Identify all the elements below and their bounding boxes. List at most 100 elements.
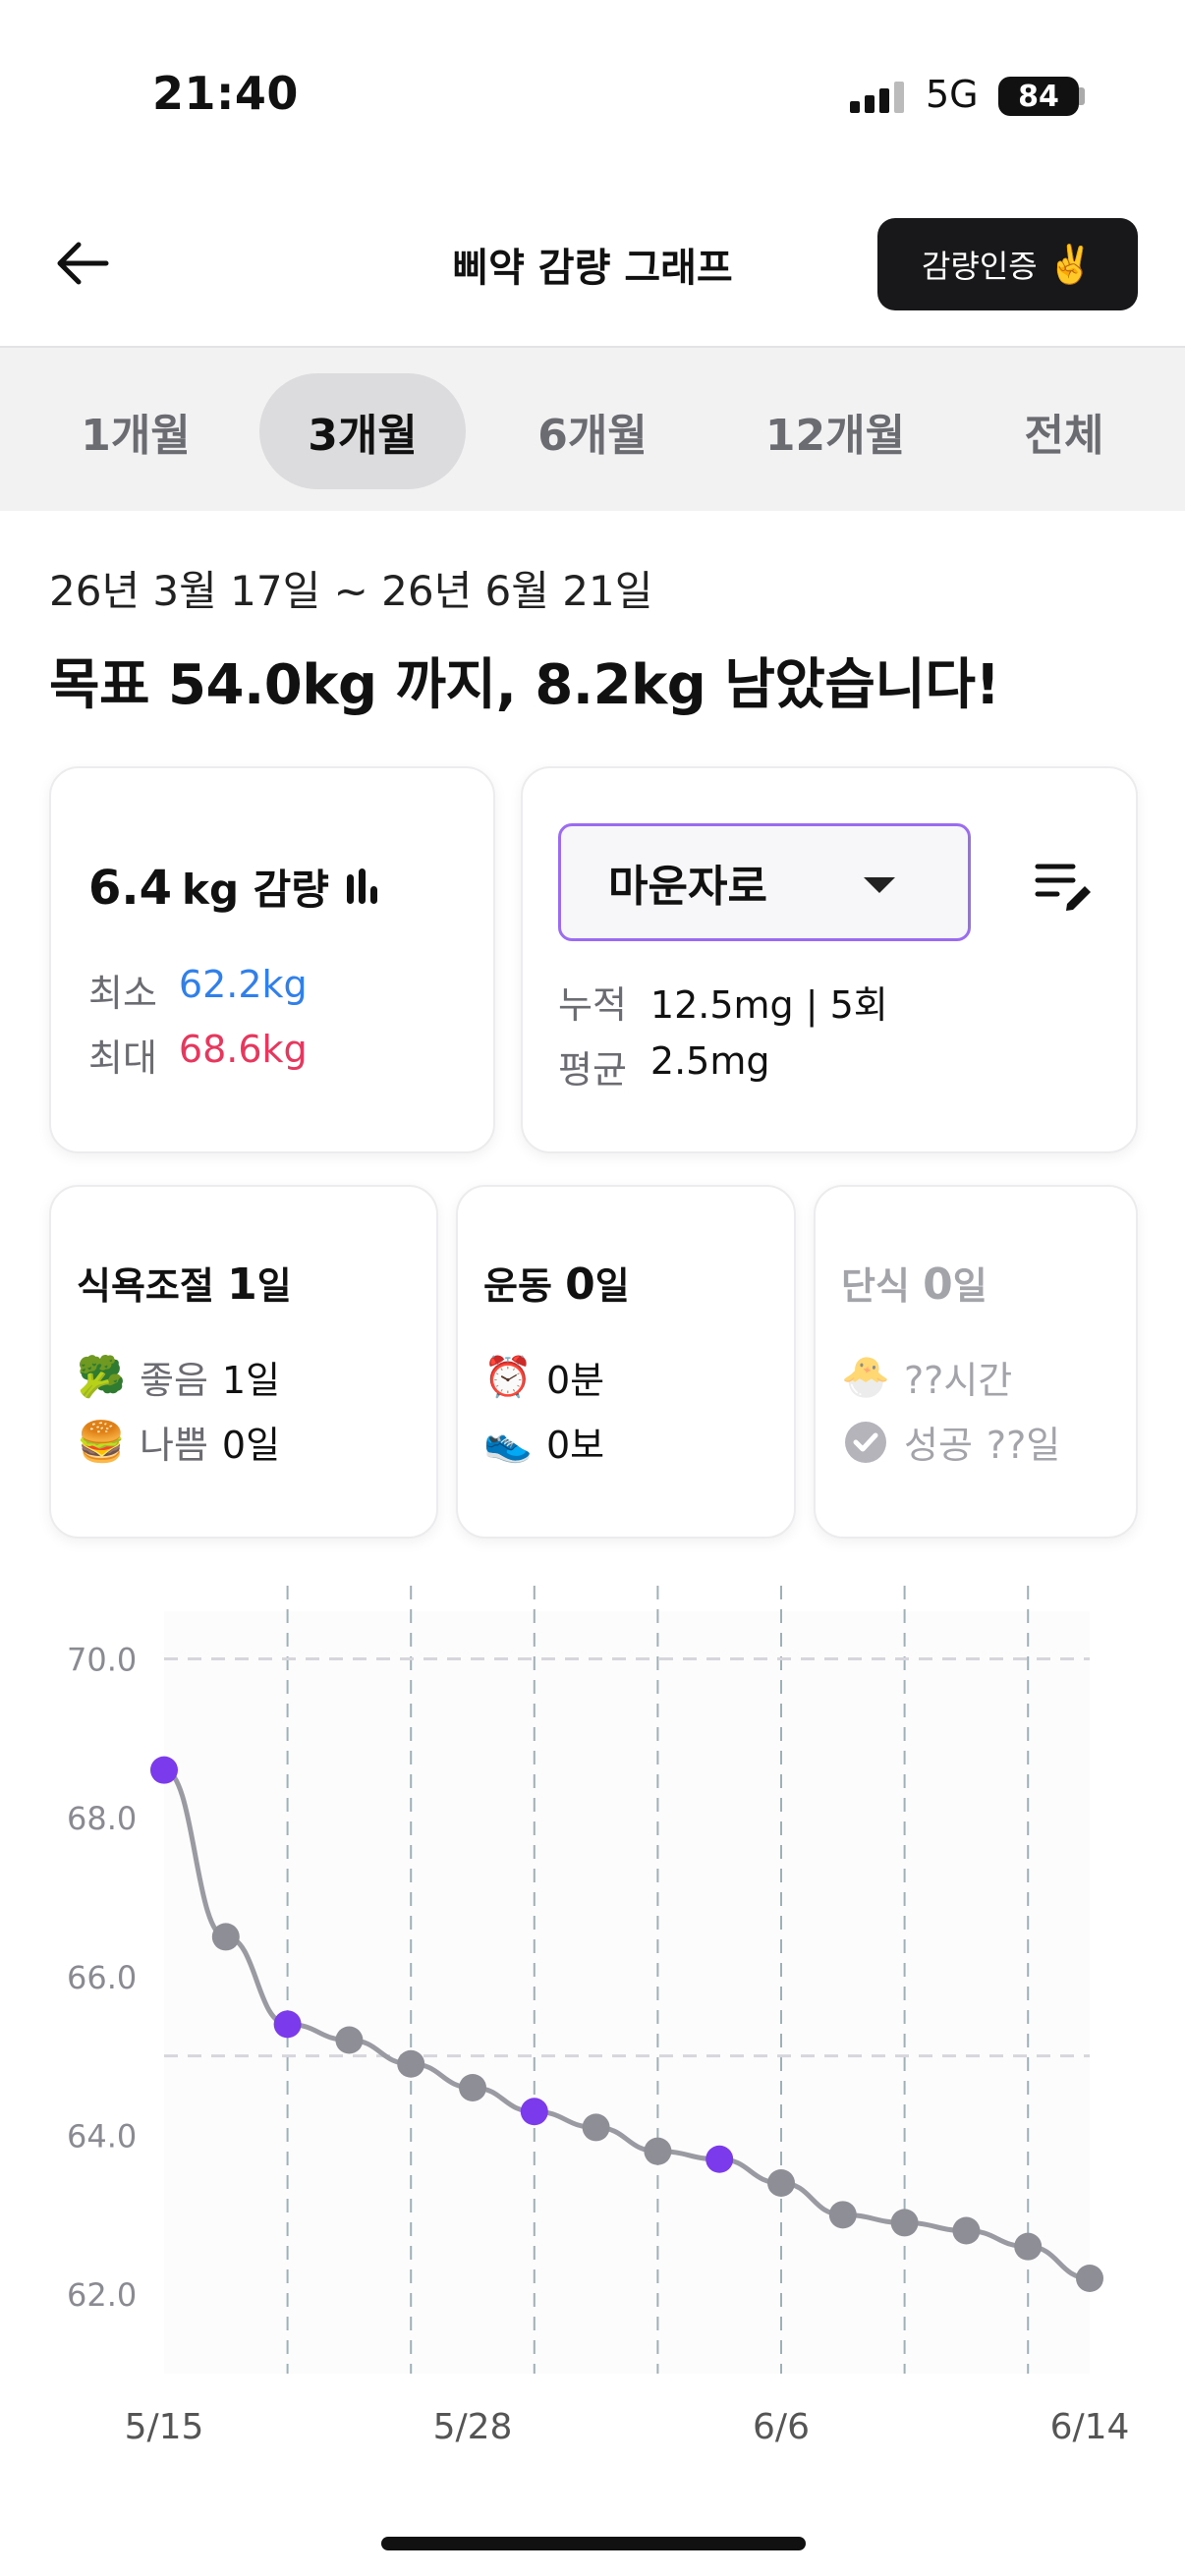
fasting-success-row: 성공 ??일	[841, 1415, 1060, 1469]
home-indicator	[381, 2537, 806, 2550]
tab-label: 전체	[1024, 411, 1104, 461]
status-time: 21:40	[152, 67, 299, 120]
tab-all[interactable]: 전체	[990, 373, 1138, 489]
max-row: 최대 68.6kg	[88, 1028, 308, 1082]
success-value: ??일	[986, 1424, 1061, 1467]
data-point	[1076, 2265, 1103, 2292]
y-tick-label: 68.0	[67, 1800, 137, 1837]
min-value: 62.2kg	[178, 963, 308, 1006]
good-value: 1일	[221, 1359, 281, 1402]
broccoli-icon: 🥦	[77, 1355, 126, 1400]
y-tick-label: 64.0	[67, 2118, 137, 2156]
exercise-days-unit: 일	[594, 1264, 630, 1308]
battery-cap	[1079, 87, 1085, 105]
data-point	[1014, 2232, 1043, 2261]
alarm-clock-icon: ⏰	[483, 1355, 533, 1400]
tab-12-months[interactable]: 12개월	[727, 373, 943, 489]
date-range: 26년 3월 17일 ~ 26년 6월 21일	[49, 567, 653, 615]
x-tick-label: 5/28	[433, 2407, 513, 2447]
fasting-title-label: 단식	[841, 1264, 910, 1308]
fasting-days-unit: 일	[952, 1264, 988, 1308]
medication-selected: 마운자로	[608, 862, 767, 912]
exercise-steps-value: 0보	[546, 1424, 605, 1467]
good-label: 좋음	[140, 1359, 208, 1402]
weight-line-chart[interactable]: 70.0 68.0 66.0 64.0 62.0 5/15 5/28 6/6 6/14	[0, 1572, 1185, 2456]
appetite-bad-row: 🍔 나쁨 0일	[77, 1415, 280, 1469]
x-tick-label: 6/14	[1050, 2407, 1130, 2447]
average-label: 평균	[558, 1048, 627, 1092]
exercise-steps-row: 👟 0보	[483, 1415, 604, 1469]
exercise-title-label: 운동	[483, 1264, 552, 1308]
fasting-hours-value: ??시간	[904, 1359, 1013, 1402]
edit-list-icon	[1035, 864, 1091, 911]
appetite-good-row: 🥦 좋음 1일	[77, 1350, 280, 1404]
hatching-chick-icon: 🐣	[841, 1355, 890, 1400]
exercise-time-value: 0분	[546, 1359, 605, 1402]
fasting-card[interactable]: 단식 0일 🐣 ??시간 성공 ??일	[814, 1185, 1138, 1539]
period-tabs: 1개월 3개월 6개월 12개월 전체	[0, 346, 1185, 511]
y-tick-label: 70.0	[67, 1642, 137, 1679]
y-tick-label: 62.0	[67, 2276, 137, 2314]
battery-icon: 84	[998, 77, 1079, 116]
exercise-days: 0	[565, 1260, 595, 1310]
exercise-card[interactable]: 운동 0일 ⏰ 0분 👟 0보	[456, 1185, 796, 1539]
goal-message: 목표 54.0kg 까지, 8.2kg 남았습니다!	[49, 653, 1000, 717]
data-point	[952, 2216, 981, 2245]
tab-label: 12개월	[764, 411, 906, 461]
appetite-title-label: 식욕조절	[77, 1264, 214, 1308]
max-label: 최대	[88, 1036, 157, 1080]
exercise-time-row: ⏰ 0분	[483, 1350, 604, 1404]
weight-loss-card: 6.4 kg 감량 최소 62.2kg 최대 68.6kg	[49, 766, 495, 1153]
data-point	[582, 2113, 610, 2142]
signal-icon	[850, 82, 907, 113]
data-point	[644, 2137, 672, 2165]
cumulative-row: 누적 12.5mg | 5회	[558, 975, 888, 1029]
fasting-title: 단식 0일	[841, 1256, 988, 1310]
data-point	[459, 2074, 486, 2101]
exercise-title: 운동 0일	[483, 1256, 630, 1310]
tab-label: 1개월	[81, 411, 191, 461]
data-point	[211, 1923, 240, 1951]
fasting-days: 0	[923, 1260, 953, 1310]
loss-unit: kg 감량	[182, 866, 329, 914]
appetite-title: 식욕조절 1일	[77, 1256, 292, 1310]
injection-data-point	[150, 1756, 178, 1784]
injection-data-point	[520, 2098, 548, 2126]
network-label: 5G	[926, 73, 979, 116]
appetite-days-unit: 일	[256, 1264, 292, 1308]
injection-data-point	[705, 2145, 734, 2173]
data-point	[767, 2169, 795, 2197]
tab-1-month[interactable]: 1개월	[47, 373, 224, 489]
burger-icon: 🍔	[77, 1420, 126, 1465]
bad-label: 나쁨	[140, 1424, 208, 1467]
check-circle-icon	[845, 1421, 886, 1463]
sneaker-icon: 👟	[483, 1420, 533, 1465]
y-tick-label: 66.0	[67, 1959, 137, 1996]
medication-dropdown[interactable]: 마운자로	[558, 823, 971, 941]
injection-data-point	[273, 2010, 302, 2039]
bar-chart-icon	[346, 868, 377, 904]
appetite-control-card[interactable]: 식욕조절 1일 🥦 좋음 1일 🍔 나쁨 0일	[49, 1185, 438, 1539]
max-value: 68.6kg	[178, 1028, 308, 1071]
plot-area	[164, 1611, 1090, 2374]
loss-amount-row: 6.4 kg 감량	[88, 857, 377, 917]
average-value: 2.5mg	[649, 1039, 770, 1083]
data-point	[335, 2026, 364, 2054]
medication-card: 마운자로 누적 12.5mg | 5회 평균 2.5mg	[521, 766, 1138, 1153]
tab-6-months[interactable]: 6개월	[504, 373, 681, 489]
edit-list-button[interactable]	[1034, 857, 1093, 912]
tab-label: 3개월	[308, 411, 418, 461]
data-point	[828, 2201, 857, 2229]
success-label: 성공	[904, 1424, 973, 1467]
data-point	[397, 2049, 425, 2078]
weight-loss-certify-button[interactable]: 감량인증 ✌️	[877, 218, 1138, 310]
victory-hand-icon: ✌️	[1046, 242, 1095, 286]
cumulative-label: 누적	[558, 983, 627, 1027]
fasting-hours-row: 🐣 ??시간	[841, 1350, 1012, 1404]
cumulative-value: 12.5mg | 5회	[649, 983, 888, 1027]
x-tick-label: 5/15	[125, 2407, 204, 2447]
data-point	[890, 2209, 919, 2237]
tab-3-months[interactable]: 3개월	[259, 373, 466, 489]
caret-down-icon	[864, 877, 895, 893]
bad-value: 0일	[221, 1424, 281, 1467]
